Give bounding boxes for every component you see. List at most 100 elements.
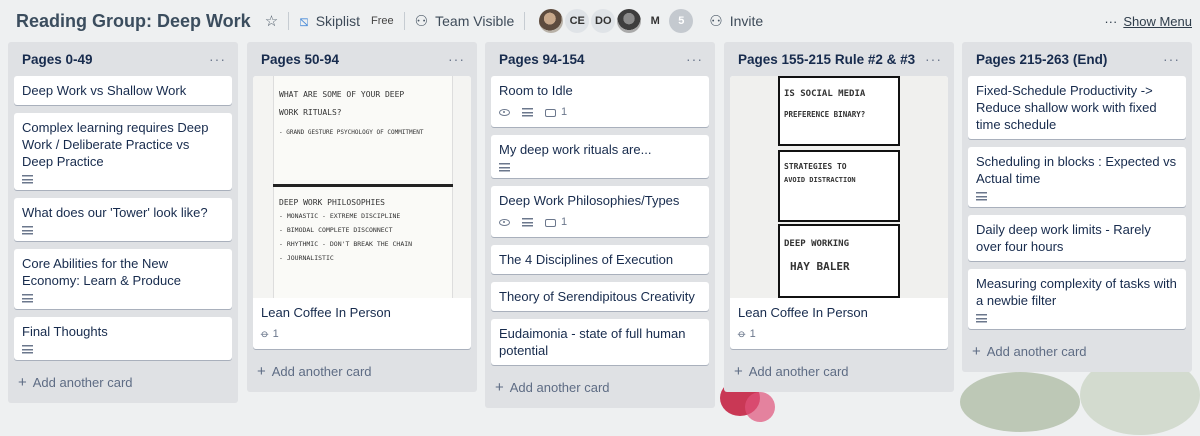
list-pages-94-154: Pages 94-154 ··· Room to Idle 1 My deep … — [485, 42, 715, 408]
add-card-label: Add another card — [986, 344, 1087, 359]
card[interactable]: Daily deep work limits - Rarely over fou… — [968, 215, 1186, 261]
list-menu-icon[interactable]: ··· — [209, 51, 226, 67]
sketch-text: WHAT ARE SOME OF YOUR DEEP — [279, 90, 405, 99]
team-plan-badge: Free — [371, 15, 394, 27]
card-badges — [22, 294, 224, 303]
list-title[interactable]: Pages 94-154 — [499, 52, 585, 67]
watching-icon — [499, 109, 510, 116]
list-header[interactable]: Pages 0-49 ··· — [14, 42, 232, 76]
card[interactable]: My deep work rituals are... — [491, 135, 709, 178]
show-menu-label: Show Menu — [1123, 13, 1192, 29]
avatar[interactable]: CE — [565, 9, 590, 33]
card-title: Theory of Serendipitous Creativity — [499, 289, 695, 304]
more-members-badge[interactable]: 5 — [669, 9, 694, 33]
list-pages-155-215: Pages 155-215 Rule #2 & #3 ··· IS SOCIAL… — [724, 42, 954, 392]
list-menu-icon[interactable]: ··· — [925, 51, 942, 67]
list-title[interactable]: Pages 50-94 — [261, 52, 339, 67]
add-card-button[interactable]: + Add another card — [253, 357, 471, 386]
add-card-button[interactable]: + Add another card — [491, 373, 709, 402]
card-title: Measuring complexity of tasks with a new… — [976, 276, 1177, 308]
card-title: Core Abilities for the New Economy: Lear… — [22, 256, 181, 288]
card-title: The 4 Disciplines of Execution — [499, 252, 674, 267]
card[interactable]: Measuring complexity of tasks with a new… — [968, 269, 1186, 329]
card-title: Final Thoughts — [22, 324, 108, 339]
description-icon — [22, 345, 33, 354]
list-pages-50-94: Pages 50-94 ··· WHAT ARE SOME OF YOUR DE… — [247, 42, 477, 392]
card[interactable]: Room to Idle 1 — [491, 76, 709, 127]
sketch-text: DEEP WORKING — [784, 239, 850, 249]
attachment-badge: ⌀ 1 — [258, 326, 279, 343]
list-menu-icon[interactable]: ··· — [448, 51, 465, 67]
card[interactable]: IS SOCIAL MEDIA PREFERENCE BINARY? STRAT… — [730, 76, 948, 349]
list-title[interactable]: Pages 0-49 — [22, 52, 93, 67]
more-icon: ··· — [1104, 13, 1118, 29]
star-icon[interactable]: ☆ — [265, 12, 278, 30]
add-card-button[interactable]: + Add another card — [730, 357, 948, 386]
card-title: Scheduling in blocks : Expected vs Actua… — [976, 154, 1177, 186]
visibility-button[interactable]: ⚇ Team Visible — [415, 12, 515, 30]
card[interactable]: Eudaimonia - state of full human potenti… — [491, 319, 709, 365]
card[interactable]: WHAT ARE SOME OF YOUR DEEP WORK RITUALS?… — [253, 76, 471, 349]
team-name: Skiplist — [315, 13, 361, 29]
card-title: Lean Coffee In Person — [261, 305, 391, 320]
show-menu-button[interactable]: ··· Show Menu — [1104, 14, 1192, 29]
card[interactable]: Theory of Serendipitous Creativity — [491, 282, 709, 311]
add-card-label: Add another card — [748, 364, 849, 379]
card[interactable]: Deep Work Philosophies/Types 1 — [491, 186, 709, 237]
card-title: Complex learning requires Deep Work / De… — [22, 120, 209, 169]
avatar[interactable]: M — [643, 9, 667, 33]
card[interactable]: The 4 Disciplines of Execution — [491, 245, 709, 274]
avatar[interactable] — [539, 9, 564, 33]
list-menu-icon[interactable]: ··· — [686, 51, 703, 67]
board-header: Reading Group: Deep Work ☆ ⧅ Skiplist Fr… — [0, 0, 1200, 42]
card[interactable]: Fixed-Schedule Productivity -> Reduce sh… — [968, 76, 1186, 139]
list-header[interactable]: Pages 155-215 Rule #2 & #3 ··· — [730, 42, 948, 76]
header-divider — [524, 12, 526, 30]
avatar[interactable] — [617, 9, 642, 33]
plus-icon: + — [972, 343, 981, 360]
list-header[interactable]: Pages 215-263 (End) ··· — [968, 42, 1186, 76]
attachment-count: 1 — [272, 328, 279, 340]
card-badges — [499, 163, 701, 172]
card-badges: ⌀ 1 — [735, 326, 940, 343]
card[interactable]: Deep Work vs Shallow Work — [14, 76, 232, 105]
card[interactable]: What does our 'Tower' look like? — [14, 198, 232, 241]
avatar[interactable]: DO — [591, 9, 616, 33]
invite-label: Invite — [729, 13, 764, 29]
attachment-count: 1 — [749, 328, 756, 340]
sketch-text: - JOURNALISTIC — [279, 254, 334, 262]
board-title[interactable]: Reading Group: Deep Work — [16, 11, 251, 32]
visibility-label: Team Visible — [435, 13, 515, 29]
card-badges — [976, 314, 1178, 323]
invite-button[interactable]: ⚇ Invite — [709, 12, 763, 30]
description-icon — [22, 175, 33, 184]
sketch-text: WORK RITUALS? — [279, 108, 342, 117]
comment-count: 1 — [561, 106, 568, 118]
card-cover-image: WHAT ARE SOME OF YOUR DEEP WORK RITUALS?… — [253, 76, 471, 298]
add-card-button[interactable]: + Add another card — [14, 368, 232, 397]
list-header[interactable]: Pages 94-154 ··· — [491, 42, 709, 76]
header-divider — [403, 12, 405, 30]
paperclip-icon: ⌀ — [735, 327, 749, 341]
member-avatars: CE DO M 5 — [539, 9, 694, 33]
card-title: Deep Work Philosophies/Types — [499, 193, 680, 208]
add-card-button[interactable]: + Add another card — [968, 337, 1186, 366]
team-button[interactable]: ⧅ Skiplist Free — [299, 13, 394, 30]
card-badges — [22, 226, 224, 235]
card-title: Lean Coffee In Person — [738, 305, 868, 320]
card-badges — [22, 175, 224, 184]
card[interactable]: Core Abilities for the New Economy: Lear… — [14, 249, 232, 309]
list-menu-icon[interactable]: ··· — [1163, 51, 1180, 67]
add-card-label: Add another card — [271, 364, 372, 379]
card[interactable]: Complex learning requires Deep Work / De… — [14, 113, 232, 190]
comments-badge: 1 — [545, 214, 567, 231]
list-title[interactable]: Pages 215-263 (End) — [976, 52, 1107, 67]
paperclip-icon: ⌀ — [258, 327, 272, 341]
list-title[interactable]: Pages 155-215 Rule #2 & #3 — [738, 52, 915, 67]
card[interactable]: Final Thoughts — [14, 317, 232, 360]
card-badges — [22, 345, 224, 354]
card[interactable]: Scheduling in blocks : Expected vs Actua… — [968, 147, 1186, 207]
watching-icon — [499, 219, 510, 226]
card-title: Eudaimonia - state of full human potenti… — [499, 326, 686, 358]
list-header[interactable]: Pages 50-94 ··· — [253, 42, 471, 76]
